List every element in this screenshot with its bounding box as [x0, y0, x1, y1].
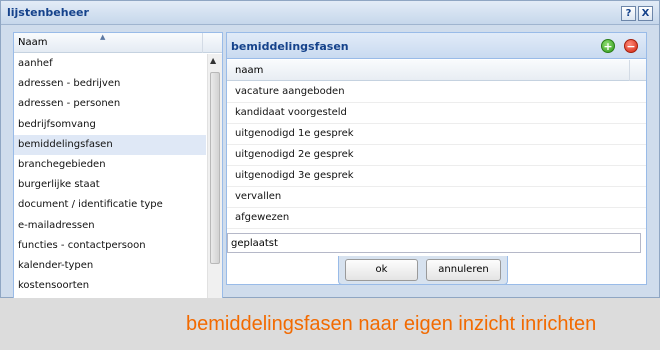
add-icon[interactable]: +	[601, 39, 615, 53]
sort-ascending-icon: ▲	[100, 33, 106, 41]
values-column-header[interactable]: naam	[227, 60, 646, 81]
values-column-label: naam	[235, 65, 264, 76]
help-icon[interactable]: ?	[621, 6, 636, 21]
list-item[interactable]: functies - contactpersoon	[14, 236, 206, 256]
list-item[interactable]: branchegebieden	[14, 155, 206, 175]
cancel-button[interactable]: annuleren	[426, 259, 501, 281]
table-row[interactable]: uitgenodigd 1e gesprek	[227, 124, 646, 145]
list-item[interactable]: e-mailadressen	[14, 216, 206, 236]
list-item[interactable]: document / identificatie type	[14, 195, 206, 215]
table-row[interactable]: vervallen	[227, 187, 646, 208]
ok-button[interactable]: ok	[345, 259, 418, 281]
table-row[interactable]: afgewezen	[227, 208, 646, 229]
caption-text: bemiddelingsfasen naar eigen inzicht inr…	[186, 313, 597, 335]
list-item[interactable]: aanhef	[14, 54, 206, 74]
table-row[interactable]: uitgenodigd 2e gesprek	[227, 145, 646, 166]
close-icon[interactable]: X	[638, 6, 653, 21]
caption-bar: bemiddelingsfasen naar eigen inzicht inr…	[0, 298, 660, 350]
remove-icon[interactable]: −	[624, 39, 638, 53]
dialog-title: lijstenbeheer	[7, 6, 89, 19]
list-item[interactable]: kalender-typen	[14, 256, 206, 276]
values-panel-title: bemiddelingsfasen	[231, 40, 349, 53]
list-item[interactable]: burgerlijke staat	[14, 175, 206, 195]
table-row[interactable]: uitgenodigd 3e gesprek	[227, 166, 646, 187]
list-item[interactable]: bedrijfsomvang	[14, 115, 206, 135]
scrollbar-thumb[interactable]	[210, 72, 220, 264]
value-edit-field[interactable]	[227, 233, 641, 253]
list-item[interactable]: bemiddelingsfasen	[14, 134, 206, 155]
list-column-header[interactable]: Naam ▲	[14, 33, 222, 53]
lijstenbeheer-dialog: lijstenbeheer ? X Naam ▲ aanhef adressen …	[0, 0, 660, 299]
column-divider	[629, 60, 630, 81]
list-items: aanhef adressen - bedrijven adressen - per…	[14, 54, 206, 296]
list-panel: Naam ▲ aanhef adressen - bedrijven adresse…	[13, 32, 223, 299]
list-column-label: Naam	[18, 37, 48, 48]
screenshot-stage: lijstenbeheer ? X Naam ▲ aanhef adressen …	[0, 0, 660, 350]
table-row[interactable]: kandidaat voorgesteld	[227, 103, 646, 124]
values-rows: vacature aangeboden kandidaat voorgesteld…	[227, 82, 646, 229]
scroll-up-icon[interactable]: ▲	[210, 56, 216, 65]
list-scrollbar[interactable]: ▲	[207, 54, 222, 298]
column-divider	[202, 33, 203, 53]
list-item[interactable]: adressen - bedrijven	[14, 74, 206, 94]
list-item[interactable]: kostensoorten	[14, 276, 206, 296]
values-panel-header: bemiddelingsfasen + −	[227, 33, 646, 59]
table-row[interactable]: vacature aangeboden	[227, 82, 646, 103]
dialog-titlebar[interactable]: lijstenbeheer ? X	[1, 1, 659, 25]
list-item[interactable]: adressen - personen	[14, 94, 206, 114]
